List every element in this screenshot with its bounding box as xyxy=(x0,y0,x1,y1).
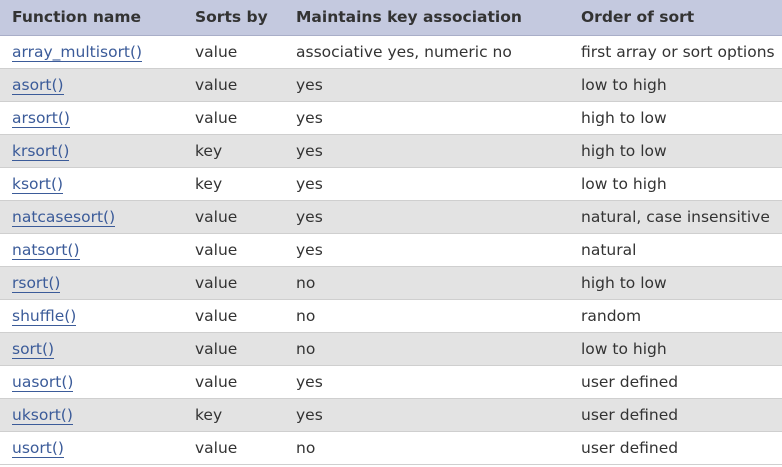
key-association-cell: yes xyxy=(284,134,569,168)
function-link[interactable]: shuffle() xyxy=(12,306,77,326)
header-function-name: Function name xyxy=(0,0,183,36)
table-row: usort() value no user defined xyxy=(0,431,782,465)
key-association-cell: yes xyxy=(284,167,569,201)
table-row: shuffle() value no random xyxy=(0,299,782,333)
table-row: asort() value yes low to high xyxy=(0,68,782,102)
sorts-by-cell: value xyxy=(183,68,284,102)
function-link[interactable]: natcasesort() xyxy=(12,207,116,227)
sorts-by-cell: value xyxy=(183,299,284,333)
sorts-by-cell: key xyxy=(183,134,284,168)
sorts-by-cell: value xyxy=(183,365,284,399)
function-link[interactable]: uksort() xyxy=(12,405,73,425)
key-association-cell: no xyxy=(284,332,569,366)
key-association-cell: no xyxy=(284,431,569,465)
key-association-cell: yes xyxy=(284,68,569,102)
header-maintains-key-association: Maintains key association xyxy=(284,0,569,36)
function-link[interactable]: krsort() xyxy=(12,141,70,161)
table-row: krsort() key yes high to low xyxy=(0,134,782,168)
table-row: uasort() value yes user defined xyxy=(0,365,782,399)
order-cell: low to high xyxy=(569,68,782,102)
order-cell: high to low xyxy=(569,134,782,168)
key-association-cell: yes xyxy=(284,200,569,234)
table-body: array_multisort() value associative yes,… xyxy=(0,35,782,465)
order-cell: first array or sort options xyxy=(569,35,782,69)
header-order-of-sort: Order of sort xyxy=(569,0,782,36)
function-link[interactable]: ksort() xyxy=(12,174,64,194)
function-link[interactable]: rsort() xyxy=(12,273,61,293)
order-cell: high to low xyxy=(569,101,782,135)
sorts-by-cell: value xyxy=(183,332,284,366)
sorts-by-cell: value xyxy=(183,35,284,69)
table-row: sort() value no low to high xyxy=(0,332,782,366)
key-association-cell: no xyxy=(284,299,569,333)
table-row: natcasesort() value yes natural, case in… xyxy=(0,200,782,234)
order-cell: low to high xyxy=(569,167,782,201)
order-cell: user defined xyxy=(569,398,782,432)
sorts-by-cell: value xyxy=(183,431,284,465)
order-cell: natural, case insensitive xyxy=(569,200,782,234)
order-cell: low to high xyxy=(569,332,782,366)
function-link[interactable]: sort() xyxy=(12,339,55,359)
table-row: arsort() value yes high to low xyxy=(0,101,782,135)
sorts-by-cell: value xyxy=(183,266,284,300)
table-row: rsort() value no high to low xyxy=(0,266,782,300)
function-link[interactable]: asort() xyxy=(12,75,64,95)
sorts-by-cell: value xyxy=(183,200,284,234)
key-association-cell: yes xyxy=(284,398,569,432)
sort-functions-table: Function name Sorts by Maintains key ass… xyxy=(0,0,782,465)
function-link[interactable]: usort() xyxy=(12,438,64,458)
key-association-cell: yes xyxy=(284,101,569,135)
order-cell: user defined xyxy=(569,431,782,465)
function-link[interactable]: uasort() xyxy=(12,372,74,392)
order-cell: random xyxy=(569,299,782,333)
header-sorts-by: Sorts by xyxy=(183,0,284,36)
sorts-by-cell: key xyxy=(183,398,284,432)
key-association-cell: yes xyxy=(284,365,569,399)
table-row: ksort() key yes low to high xyxy=(0,167,782,201)
function-link[interactable]: array_multisort() xyxy=(12,42,143,62)
table-row: natsort() value yes natural xyxy=(0,233,782,267)
order-cell: user defined xyxy=(569,365,782,399)
table-header-row: Function name Sorts by Maintains key ass… xyxy=(0,0,782,36)
sorts-by-cell: value xyxy=(183,101,284,135)
order-cell: natural xyxy=(569,233,782,267)
sorts-by-cell: key xyxy=(183,167,284,201)
table-row: uksort() key yes user defined xyxy=(0,398,782,432)
key-association-cell: no xyxy=(284,266,569,300)
table-row: array_multisort() value associative yes,… xyxy=(0,35,782,69)
sorts-by-cell: value xyxy=(183,233,284,267)
key-association-cell: yes xyxy=(284,233,569,267)
key-association-cell: associative yes, numeric no xyxy=(284,35,569,69)
function-link[interactable]: arsort() xyxy=(12,108,70,128)
function-link[interactable]: natsort() xyxy=(12,240,80,260)
order-cell: high to low xyxy=(569,266,782,300)
